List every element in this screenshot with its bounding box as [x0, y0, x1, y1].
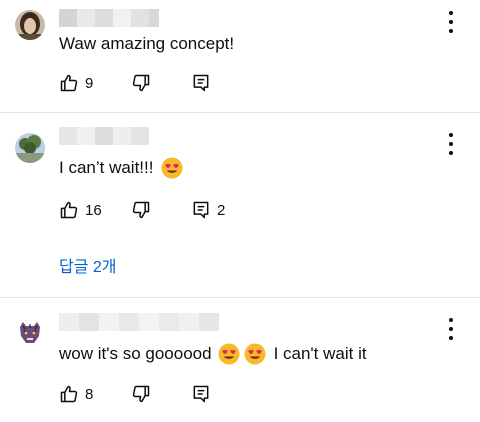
- comment-text-before: wow it's so goooood: [59, 344, 212, 363]
- reply-button[interactable]: [191, 73, 211, 93]
- view-replies-link[interactable]: 답글 2개: [59, 253, 117, 277]
- avatar[interactable]: [15, 133, 45, 163]
- heart-eyes-emoji-icon: [244, 343, 266, 365]
- username-redacted[interactable]: [59, 313, 219, 331]
- like-count: 8: [85, 385, 94, 403]
- reply-button[interactable]: 2: [191, 200, 225, 220]
- comment-text: wow it's so goooood I can't wait it: [59, 342, 367, 366]
- comment-1: Waw amazing concept! 9: [0, 0, 480, 113]
- more-vertical-icon[interactable]: [446, 11, 456, 33]
- more-vertical-icon[interactable]: [446, 318, 456, 340]
- avatar[interactable]: [15, 10, 45, 40]
- comment-actions: 16 2: [59, 198, 225, 222]
- reply-button[interactable]: [191, 384, 211, 404]
- dislike-button[interactable]: [131, 73, 191, 93]
- username-redacted[interactable]: [59, 9, 159, 27]
- reply-icon: [193, 201, 209, 219]
- like-button[interactable]: 16: [59, 200, 131, 220]
- like-button[interactable]: 8: [59, 384, 131, 404]
- comment-actions: 8: [59, 382, 211, 406]
- like-button[interactable]: 9: [59, 73, 131, 93]
- comment-actions: 9: [59, 71, 211, 95]
- dislike-button[interactable]: [131, 200, 191, 220]
- thumbs-up-icon: [60, 201, 78, 219]
- like-count: 9: [85, 74, 94, 92]
- thumbs-down-icon: [132, 201, 150, 219]
- comment-3: wow it's so goooood I can't wait it 8: [0, 298, 480, 422]
- comment-2: I can’t wait!!! 16 2 답글 2개: [0, 113, 480, 298]
- heart-eyes-emoji-icon: [218, 343, 240, 365]
- dislike-button[interactable]: [131, 384, 191, 404]
- comment-text-after: I can't wait it: [273, 344, 367, 363]
- comment-text-content: Waw amazing concept!: [59, 34, 235, 53]
- thumbs-down-icon: [132, 385, 150, 403]
- more-vertical-icon[interactable]: [446, 133, 456, 155]
- reply-icon: [193, 74, 209, 92]
- username-redacted[interactable]: [59, 127, 149, 145]
- heart-eyes-emoji-icon: [161, 157, 183, 179]
- thumbs-down-icon: [132, 74, 150, 92]
- comment-text: Waw amazing concept!: [59, 32, 234, 56]
- avatar[interactable]: [15, 318, 45, 348]
- comment-text: I can’t wait!!!: [59, 156, 185, 180]
- comment-text-content: I can’t wait!!!: [59, 158, 154, 177]
- thumbs-up-icon: [60, 74, 78, 92]
- reply-count: 2: [217, 201, 226, 219]
- reply-icon: [193, 385, 209, 403]
- thumbs-up-icon: [60, 385, 78, 403]
- like-count: 16: [85, 201, 102, 219]
